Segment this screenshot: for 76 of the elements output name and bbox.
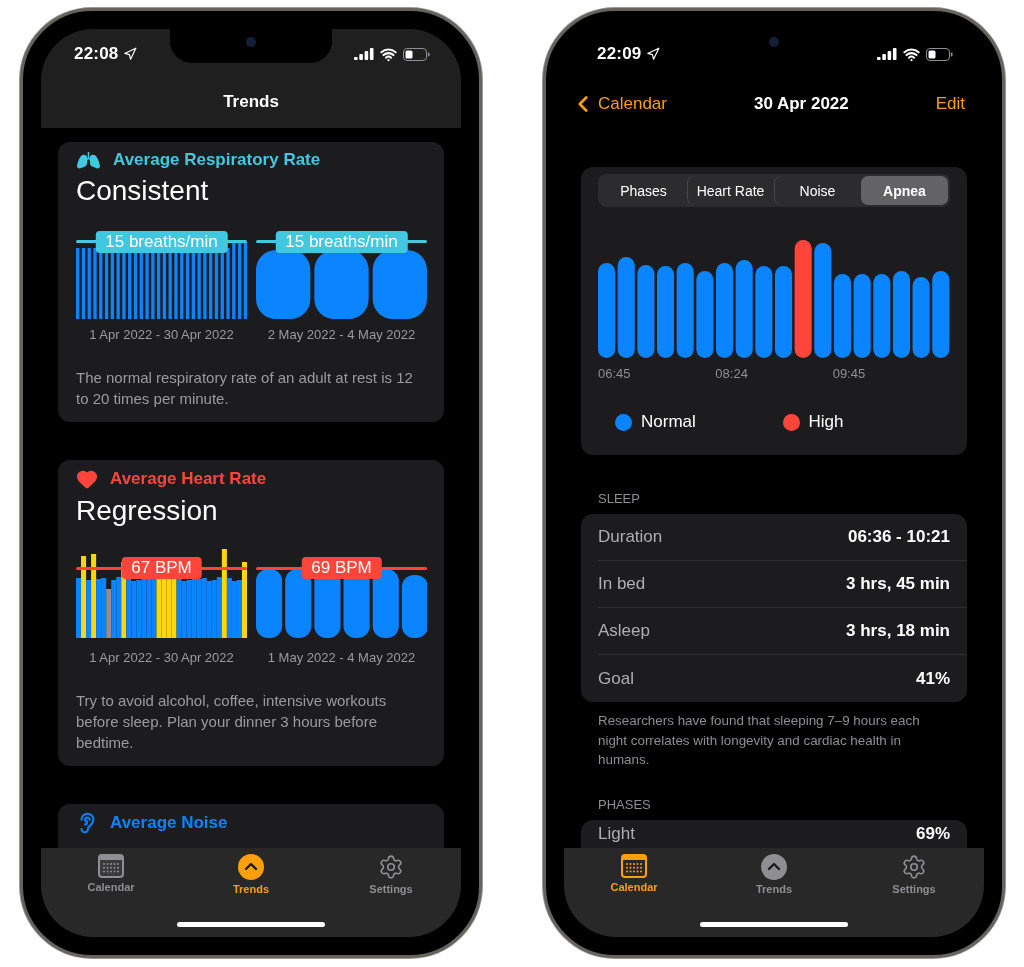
- tab-bar-item[interactable]: Settings: [879, 848, 949, 900]
- row-label: Light: [598, 823, 635, 844]
- settings-icon: [901, 854, 927, 880]
- row-value: 69%: [915, 823, 950, 844]
- chart-bar: [256, 250, 311, 319]
- battery-icon: [403, 47, 430, 61]
- tab-bar-item[interactable]: Trends: [739, 848, 809, 900]
- average-badge: 15 breaths/min: [95, 231, 228, 253]
- nav-title: Trends: [223, 91, 279, 112]
- row-label: Goal: [598, 668, 634, 689]
- date-range-label: 2 May 2022 - 4 May 2022: [266, 327, 417, 342]
- chart-bar: [285, 569, 312, 638]
- tab-bar-item[interactable]: Calendar: [76, 848, 146, 900]
- segment-tab[interactable]: Phases: [600, 176, 687, 205]
- status-time: 22:08: [74, 44, 119, 64]
- wifi-icon: [380, 45, 397, 63]
- time-axis-label: 08:24: [715, 366, 749, 381]
- time-axis-label: 09:45: [832, 366, 867, 381]
- signal-icon: [354, 48, 374, 60]
- signal-icon: [877, 48, 897, 60]
- average-badge: 69 BPM: [301, 557, 382, 579]
- card-title: Average Respiratory Rate: [113, 150, 321, 170]
- average-badge: 67 BPM: [121, 557, 202, 579]
- calendar-icon: [98, 854, 124, 878]
- tab-bar-item[interactable]: Calendar: [599, 848, 669, 900]
- row-value: 41%: [915, 668, 950, 689]
- chevron-up-circle-icon: [761, 854, 787, 880]
- calendar-icon: [621, 854, 647, 878]
- row-label: In bed: [598, 574, 646, 594]
- edit-button[interactable]: Edit: [935, 93, 965, 114]
- section-header: SLEEP: [597, 491, 641, 506]
- chevron-up-circle-icon: [238, 854, 264, 880]
- date-range-label: 1 Apr 2022 - 30 Apr 2022: [88, 650, 235, 665]
- location-arrow-icon: [123, 47, 138, 61]
- lungs-icon: [76, 151, 101, 169]
- row-label: Duration: [598, 527, 663, 547]
- date-range-label: 1 Apr 2022 - 30 Apr 2022: [88, 327, 235, 342]
- row-value: 06:36 - 10:21: [847, 527, 950, 547]
- nav-title: 30 Apr 2022: [753, 93, 849, 114]
- chart-bar: [256, 569, 283, 638]
- location-arrow-icon: [646, 47, 661, 61]
- card-title: Average Heart Rate: [110, 469, 267, 489]
- card-title: Average Noise: [110, 813, 228, 833]
- chart-bar: [93, 248, 97, 319]
- chart-bar: [314, 250, 369, 319]
- card-note: The normal respiratory rate of an adult at rest is 12 to 20 times per minute.: [76, 368, 414, 409]
- section-header: PHASES: [597, 796, 652, 812]
- row-label: Asleep: [598, 621, 650, 641]
- legend-label: Normal: [641, 412, 696, 432]
- status-time: 22:09: [597, 44, 642, 64]
- heart-icon: [76, 468, 98, 490]
- segment-tab[interactable]: Heart Rate: [687, 176, 774, 205]
- settings-icon: [378, 854, 404, 880]
- camera-icon: [769, 37, 779, 47]
- back-button[interactable]: Calendar: [570, 90, 667, 117]
- time-axis-label: 06:45: [598, 366, 632, 381]
- sleep-footnote: Researchers have found that sleeping 7–9 hours each night correlates with longevity and cardiac health in humans.: [597, 712, 921, 769]
- card-note: Try to avoid alcohol, coffee, intensive workouts before sleep. Plan your dinner 3 hours before bedtime.: [76, 691, 388, 753]
- chart-bar: [401, 575, 427, 638]
- chart-bar: [226, 248, 230, 319]
- segment-tab[interactable]: Apnea: [861, 176, 948, 205]
- battery-icon: [926, 47, 953, 61]
- camera-icon: [246, 37, 256, 47]
- row-value: 3 hrs, 45 min: [846, 574, 950, 594]
- average-badge: 15 breaths/min: [275, 231, 408, 253]
- segment-tab[interactable]: Noise: [774, 176, 861, 205]
- legend-label: High: [808, 412, 844, 432]
- trend-headline: Consistent: [76, 174, 210, 208]
- chart-bar: [372, 250, 427, 319]
- tab-bar-item[interactable]: Trends: [216, 848, 286, 900]
- date-range-label: 1 May 2022 - 4 May 2022: [266, 650, 417, 665]
- trend-headline: Regression: [76, 494, 219, 528]
- wifi-icon: [903, 45, 920, 63]
- tab-bar-item[interactable]: Settings: [356, 848, 426, 900]
- row-value: 3 hrs, 18 min: [846, 621, 950, 641]
- chart-bar: [372, 569, 399, 638]
